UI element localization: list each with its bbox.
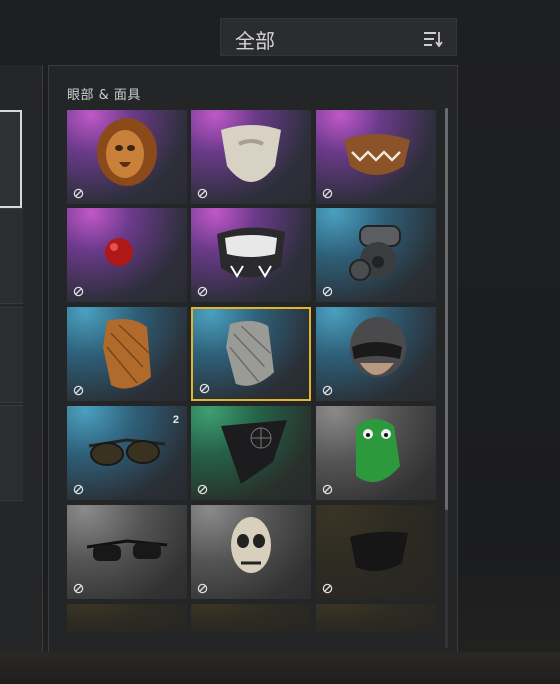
locked-icon: [322, 484, 333, 495]
locked-icon: [73, 286, 84, 297]
item-tile-skull-mask[interactable]: [191, 505, 311, 599]
item-tile-green-dino-mask[interactable]: [316, 406, 436, 500]
left-slot[interactable]: [0, 405, 23, 501]
locked-icon: [197, 583, 208, 594]
black-sunglasses-icon: [86, 539, 168, 561]
locked-icon: [322, 583, 333, 594]
tiger-mask-icon: [217, 227, 285, 278]
bandana-icon: [221, 420, 287, 484]
sunglasses-icon: [88, 438, 166, 466]
item-tile-black-face-mask[interactable]: [316, 505, 436, 599]
helmet-mask-icon: [350, 317, 406, 377]
filter-label: 全部: [235, 29, 275, 53]
item-tile-fanged-mouth-mask[interactable]: [316, 110, 436, 204]
item-tile-grey-neck-gaiter[interactable]: [191, 307, 311, 401]
sort-icon[interactable]: [424, 30, 444, 48]
item-tile-partial[interactable]: [316, 604, 436, 632]
locked-icon: [197, 286, 208, 297]
locked-icon: [322, 188, 333, 199]
item-tile-aviator-sunglasses[interactable]: 2: [67, 406, 187, 500]
locked-icon: [199, 383, 210, 394]
scrollbar-thumb[interactable]: [445, 108, 448, 510]
left-slot[interactable]: [0, 307, 23, 403]
locked-icon: [197, 188, 208, 199]
item-tile-red-clown-nose[interactable]: [67, 208, 187, 302]
background-ground: [0, 652, 560, 684]
item-count: 2: [172, 414, 179, 426]
grey-gaiter-icon: [226, 320, 274, 386]
left-slot[interactable]: [0, 208, 23, 304]
item-tile-tiger-face-mask[interactable]: [191, 208, 311, 302]
dino-mask-icon: [356, 419, 400, 483]
category-title: 眼部 & 面具: [67, 88, 141, 103]
item-tile-orange-neck-gaiter[interactable]: [67, 307, 187, 401]
lion-mask-icon: [97, 118, 157, 186]
item-tile-black-sunglasses[interactable]: [67, 505, 187, 599]
item-tile-gas-mask[interactable]: [316, 208, 436, 302]
gas-mask-icon: [349, 225, 401, 281]
locked-icon: [73, 484, 84, 495]
item-tile-lion-mask[interactable]: [67, 110, 187, 204]
face-mask-icon: [350, 531, 408, 572]
filter-dropdown[interactable]: 全部: [220, 18, 457, 56]
left-panel: [0, 65, 43, 655]
fanged-mouth-mask-icon: [344, 134, 410, 175]
beard-mask-icon: [221, 125, 281, 182]
orange-gaiter-icon: [103, 319, 151, 389]
item-tile-web-bandana[interactable]: [191, 406, 311, 500]
locked-icon: [322, 385, 333, 396]
skull-mask-icon: [231, 517, 271, 573]
locked-icon: [197, 484, 208, 495]
locked-icon: [73, 583, 84, 594]
locked-icon: [322, 286, 333, 297]
item-tile-partial[interactable]: [191, 604, 311, 632]
locked-icon: [73, 188, 84, 199]
clown-nose-icon: [105, 238, 133, 266]
locked-icon: [73, 385, 84, 396]
item-tile-skull-helmet-mask[interactable]: [316, 307, 436, 401]
item-tile-beard-mask[interactable]: [191, 110, 311, 204]
left-slot-selected[interactable]: [0, 110, 22, 208]
item-tile-partial[interactable]: [67, 604, 187, 632]
